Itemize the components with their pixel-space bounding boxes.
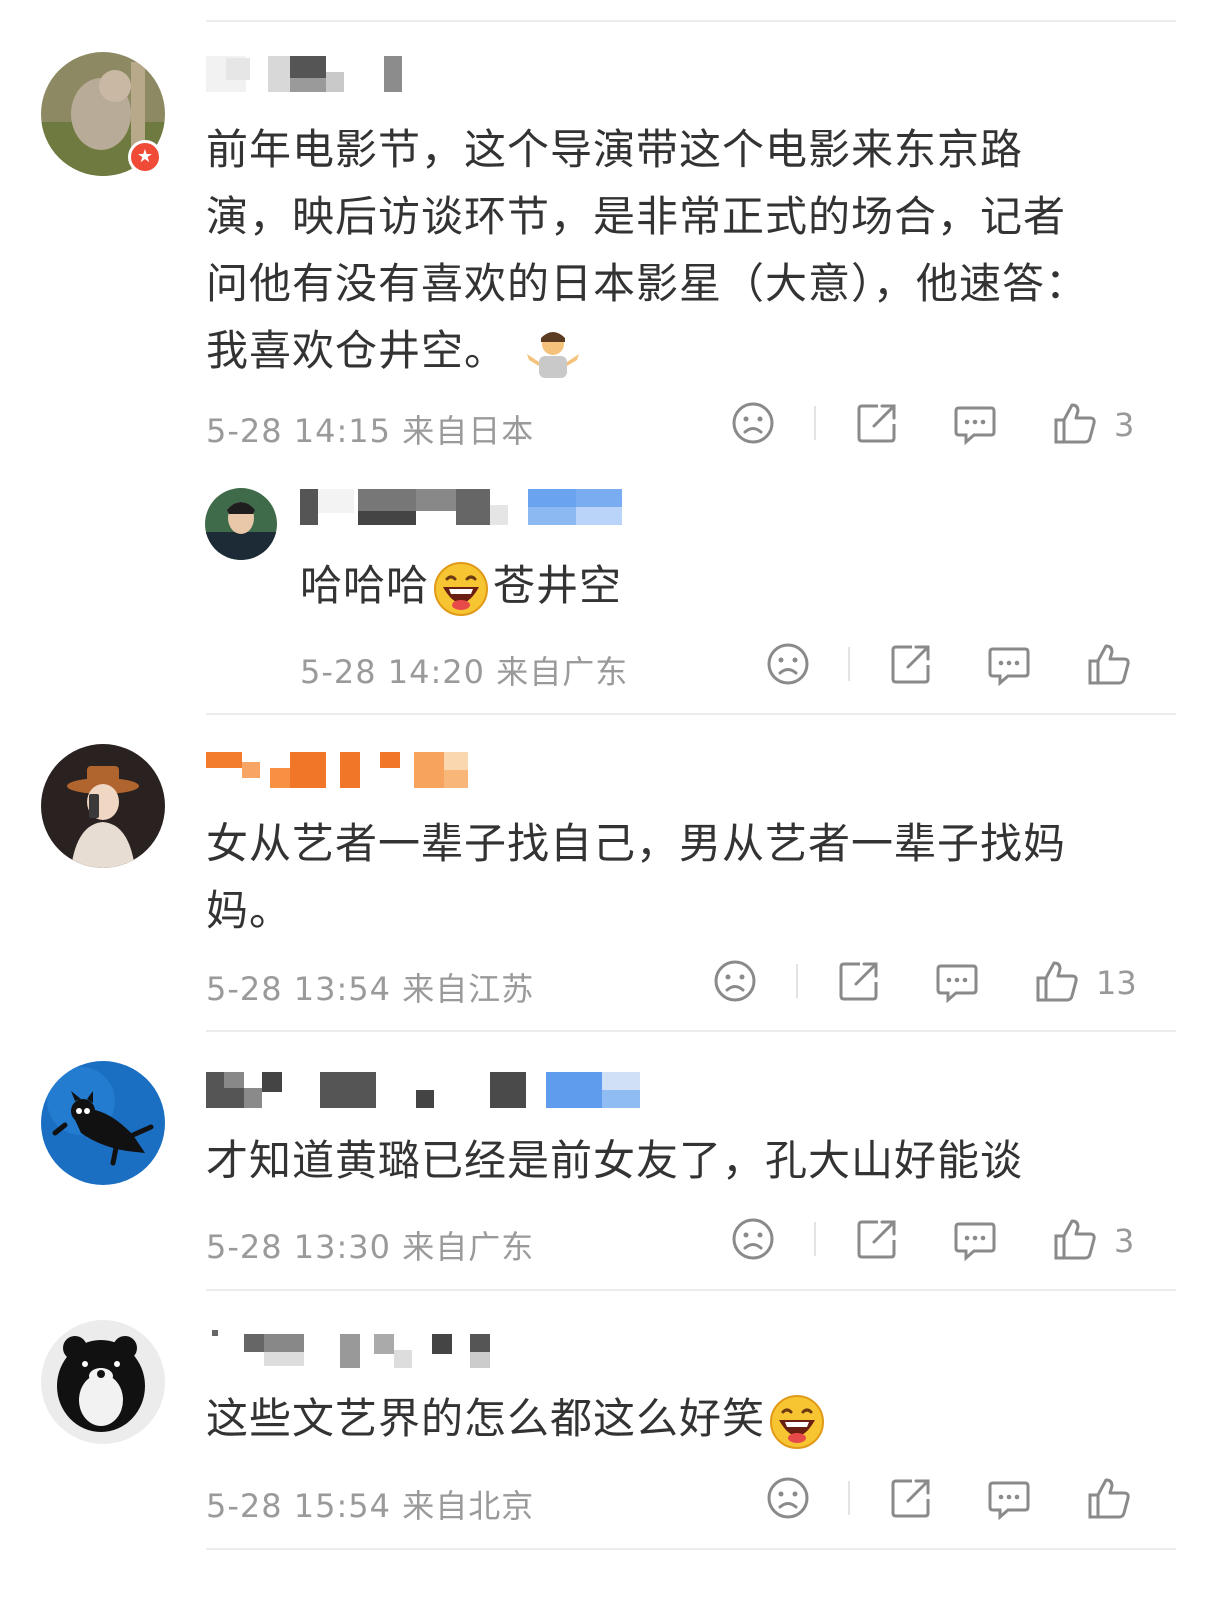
reply-body-after: 苍井空 [493, 561, 623, 610]
comment-divider [206, 1289, 1176, 1291]
comment-bubble-icon[interactable] [952, 1216, 998, 1262]
frown-face-icon[interactable] [730, 400, 776, 446]
avatar[interactable] [205, 488, 277, 560]
frown-face-icon[interactable] [765, 641, 811, 687]
share-icon[interactable] [836, 958, 882, 1004]
share-icon[interactable] [854, 1216, 900, 1262]
like-count: 3 [1114, 406, 1135, 444]
comment-text: 才知道黄璐已经是前女友了，孔大山好能谈 [206, 1136, 1024, 1185]
reply-meta-row: 5-28 14:20 来自广东 [300, 641, 1146, 691]
comment-text: 前年电影节，这个导演带这个电影来东京路演，映后访谈环节，是非常正式的场合，记者问… [206, 116, 1106, 384]
comment-meta-row: 5-28 15:54 来自北京 [206, 1475, 1146, 1525]
frown-face-icon[interactable] [765, 1475, 811, 1521]
timestamp-location: 5-28 13:30 来自广东 [206, 1228, 535, 1266]
comment-bubble-icon[interactable] [986, 641, 1032, 687]
action-separator [796, 964, 798, 998]
comment-body: 这些文艺界的怎么都这么好笑 [206, 1394, 766, 1443]
action-separator [814, 406, 816, 440]
comment-divider [206, 1548, 1176, 1550]
action-separator [814, 1222, 816, 1256]
comment-bubble-icon[interactable] [934, 958, 980, 1004]
action-separator [848, 647, 850, 681]
username-redacted[interactable] [206, 56, 406, 94]
thumbs-up-icon[interactable] [1052, 1216, 1098, 1262]
thumbs-up-icon[interactable] [1052, 400, 1098, 446]
avatar[interactable] [41, 1320, 165, 1444]
frown-face-icon[interactable] [712, 958, 758, 1004]
timestamp-location: 5-28 13:54 来自江苏 [206, 970, 535, 1008]
like-count: 3 [1114, 1222, 1135, 1260]
thumbs-up-icon[interactable] [1086, 1475, 1132, 1521]
like-count: 13 [1096, 964, 1137, 1002]
avatar[interactable] [41, 1061, 165, 1185]
comment-text: 女从艺者一辈子找自己，男从艺者一辈子找妈妈。 [206, 819, 1067, 935]
laughing-emoji-icon [433, 561, 489, 617]
thumbs-up-icon[interactable] [1034, 958, 1080, 1004]
frown-face-icon[interactable] [730, 1216, 776, 1262]
share-icon[interactable] [888, 1475, 934, 1521]
comment-divider [206, 1030, 1176, 1032]
laughing-emoji-icon [769, 1394, 825, 1450]
username-redacted[interactable] [300, 489, 630, 527]
comment-body: 前年电影节，这个导演带这个电影来东京路演，映后访谈环节，是非常正式的场合，记者问… [206, 125, 1089, 375]
comment-text: 这些文艺界的怎么都这么好笑 [206, 1385, 1146, 1452]
comment-divider [206, 713, 1176, 715]
comment-meta-row: 5-28 13:54 来自江苏 13 [206, 958, 1146, 1008]
username-redacted[interactable] [206, 1072, 656, 1110]
comment-bubble-icon[interactable] [986, 1475, 1032, 1521]
timestamp-location: 5-28 14:15 来自日本 [206, 412, 535, 450]
reply-body: 哈哈哈 [300, 561, 430, 610]
avatar[interactable] [41, 744, 165, 868]
top-divider [206, 20, 1176, 22]
comment-meta-row: 5-28 14:15 来自日本 3 [206, 400, 1146, 450]
comment-meta-row: 5-28 13:30 来自广东 3 [206, 1216, 1146, 1266]
shrug-emoji-icon [525, 326, 581, 382]
verified-badge-icon: ★ [128, 140, 162, 174]
timestamp-location: 5-28 14:20 来自广东 [300, 653, 629, 691]
comment-bubble-icon[interactable] [952, 400, 998, 446]
share-icon[interactable] [888, 641, 934, 687]
action-separator [848, 1481, 850, 1515]
reply-text: 哈哈哈 苍井空 [300, 552, 1060, 619]
username-redacted[interactable] [206, 752, 476, 790]
username-redacted[interactable] [206, 1330, 506, 1368]
thumbs-up-icon[interactable] [1086, 641, 1132, 687]
timestamp-location: 5-28 15:54 来自北京 [206, 1487, 535, 1525]
share-icon[interactable] [854, 400, 900, 446]
